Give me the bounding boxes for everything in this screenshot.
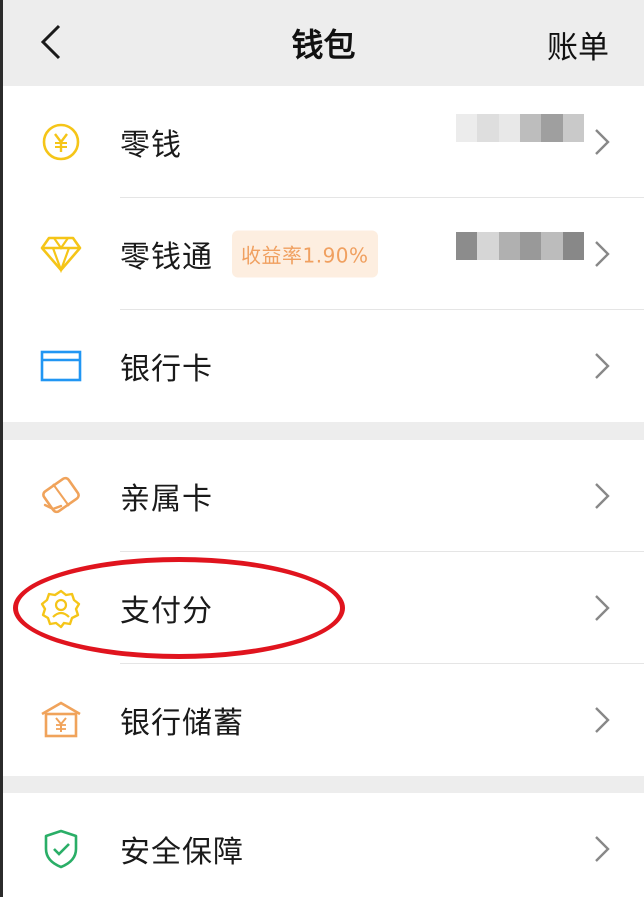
row-bank-savings[interactable]: 银行储蓄 [3,664,644,776]
wallet-group-security: 安全保障 [3,793,644,897]
pay-score-icon [39,586,83,630]
bank-savings-icon [39,698,83,742]
bank-card-icon [39,344,83,388]
diamond-icon [39,232,83,276]
redacted-mask [435,86,605,198]
chevron-right-icon [595,836,610,862]
bill-button[interactable]: 账单 [547,22,609,67]
chevron-right-icon [595,483,610,509]
yield-rate-badge: 收益率1.90% [232,230,378,278]
redacted-balance [456,232,584,260]
row-label: 安全保障 [120,835,244,870]
redacted-balance [456,114,584,142]
wallet-screen: 钱包 账单 零钱 零钱通 收益率1.90% 银行卡 亲属卡 支付分 银行储蓄 安… [0,0,644,897]
row-bank-card[interactable]: 银行卡 [3,310,644,422]
wallet-group-services: 亲属卡 支付分 银行储蓄 [3,440,644,776]
row-label: 零钱通 [120,240,213,275]
chevron-right-icon [595,241,610,267]
row-label: 亲属卡 [120,482,213,517]
row-change[interactable]: 零钱 [3,86,644,198]
yuan-coin-icon [39,120,83,164]
chevron-right-icon [595,595,610,621]
chevron-right-icon [595,129,610,155]
row-family-card[interactable]: 亲属卡 [3,440,644,552]
row-label: 支付分 [120,594,213,629]
nav-bar: 钱包 账单 [3,0,644,86]
chevron-right-icon [595,353,610,379]
row-label: 银行储蓄 [120,706,244,741]
family-card-icon [39,474,83,518]
row-label: 银行卡 [120,352,213,387]
row-lingqiantong[interactable]: 零钱通 收益率1.90% [3,198,644,310]
row-pay-score[interactable]: 支付分 [3,552,644,664]
row-security[interactable]: 安全保障 [3,793,644,897]
wallet-group-balance: 零钱 零钱通 收益率1.90% 银行卡 [3,86,644,422]
chevron-right-icon [595,707,610,733]
security-shield-icon [39,827,83,871]
row-label: 零钱 [120,128,182,163]
